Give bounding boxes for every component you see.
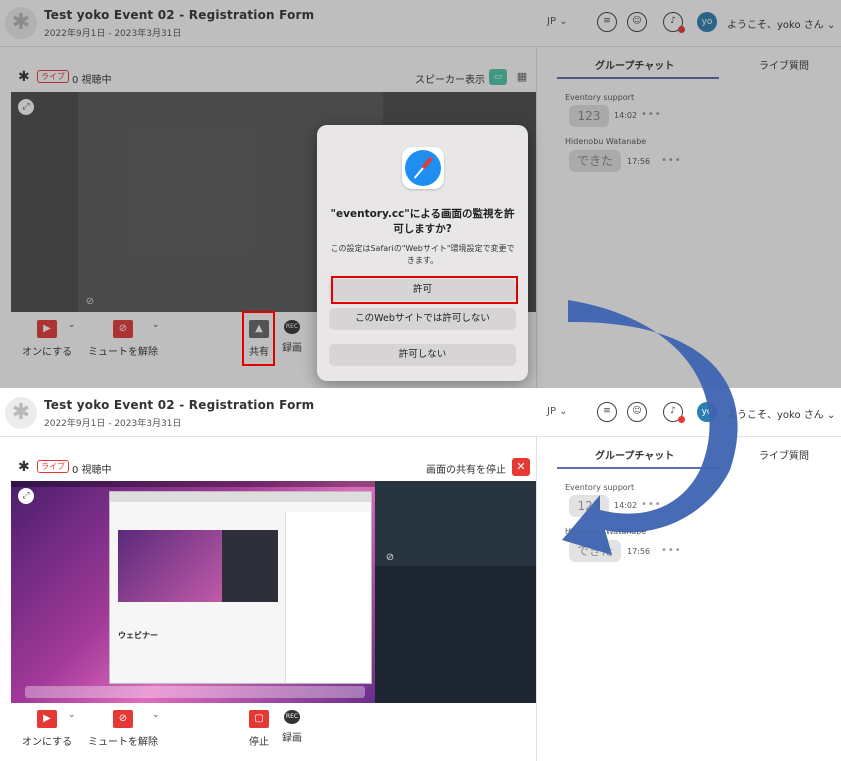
header: ✱ Test yoko Event 02 - Registration Form…	[0, 390, 841, 437]
stop-share-icon: ▢	[249, 710, 269, 728]
nested-video	[118, 530, 278, 602]
more-icon[interactable]: •••	[641, 499, 662, 510]
dialog-message: この設定はSafariの"Webサイト"環境設定で変更できます。	[330, 244, 515, 265]
notification-icon[interactable]: ♪	[663, 402, 685, 423]
welcome-menu[interactable]: ようこそ、yoko さん ⌄	[727, 406, 835, 421]
stop-share-button[interactable]: ✕	[512, 458, 530, 476]
webinar-title: ウェビナー	[118, 631, 158, 640]
panel-after: ✱ Test yoko Event 02 - Registration Form…	[0, 390, 841, 761]
tab-group-chat[interactable]: グループチャット	[595, 447, 674, 462]
deny-button[interactable]: 許可しない	[329, 344, 516, 366]
expand-icon[interactable]: ⤢	[18, 488, 34, 504]
logo-icon: ✱	[5, 397, 37, 429]
chat-icon[interactable]: ≡	[597, 402, 617, 422]
language-select[interactable]: JP ⌄	[547, 406, 568, 417]
chat-panel: グループチャット ライブ質問 Eventory support 123 14:0…	[536, 437, 841, 761]
event-dates: 2022年9月1日 - 2023年3月31日	[44, 419, 182, 429]
rec-icon: REC	[284, 710, 300, 724]
nested-chat-panel	[285, 512, 370, 682]
event-title: Test yoko Event 02 - Registration Form	[44, 398, 315, 412]
chat-sender: Hidenobu Watanabe	[565, 527, 647, 536]
tab-live-questions[interactable]: ライブ質問	[759, 447, 809, 462]
gear-icon[interactable]: ✱	[18, 459, 30, 475]
highlight-allow	[331, 276, 518, 304]
shared-screen: ウェビナー ⊘ ⤢	[11, 481, 538, 703]
browser-window: ウェビナー	[109, 491, 372, 684]
permission-dialog: "eventory.cc"による画面の監視を許可しますか? この設定はSafar…	[317, 125, 528, 381]
safari-icon	[402, 147, 444, 189]
unmute-button[interactable]: ⊘ ミュートを解除	[88, 710, 158, 748]
live-badge: ライブ	[37, 460, 69, 473]
stop-share-label: 画面の共有を停止	[426, 465, 506, 476]
chat-time: 17:56	[627, 547, 651, 556]
chat-sender: Eventory support	[565, 483, 635, 492]
camera-off-icon: ▶	[37, 710, 57, 728]
chat-time: 14:02	[614, 501, 638, 510]
tab-underline	[557, 467, 719, 469]
chevron-down-icon[interactable]: ⌄	[152, 710, 160, 720]
mic-off-icon: ⊘	[113, 710, 133, 728]
stop-share-control[interactable]: ▢ 停止	[245, 710, 273, 748]
viewer-count: 0 視聴中	[72, 465, 112, 476]
camera-on-button[interactable]: ▶ オンにする	[22, 710, 72, 748]
dialog-title: "eventory.cc"による画面の監視を許可しますか?	[330, 208, 515, 235]
desktop-wallpaper: ウェビナー	[11, 481, 375, 703]
more-icon[interactable]: •••	[661, 545, 682, 556]
chat-bubble: 123	[569, 495, 609, 517]
dock	[25, 686, 365, 698]
record-button[interactable]: REC 録画	[280, 710, 304, 744]
highlight-share	[242, 311, 275, 366]
chevron-down-icon[interactable]: ⌄	[68, 710, 76, 720]
participant-area: ⊘	[375, 481, 538, 703]
panel-before: ✱ Test yoko Event 02 - Registration Form…	[0, 0, 841, 388]
mic-off-icon: ⊘	[385, 552, 395, 563]
video-toolbar: ✱ ライブ 0 視聴中 画面の共有を停止 ✕	[12, 458, 542, 479]
deny-site-button[interactable]: このWebサイトでは許可しない	[329, 308, 516, 330]
avatar[interactable]: yo	[697, 402, 717, 422]
people-icon[interactable]: ☺	[627, 402, 647, 422]
chat-bubble: できた	[569, 540, 621, 562]
